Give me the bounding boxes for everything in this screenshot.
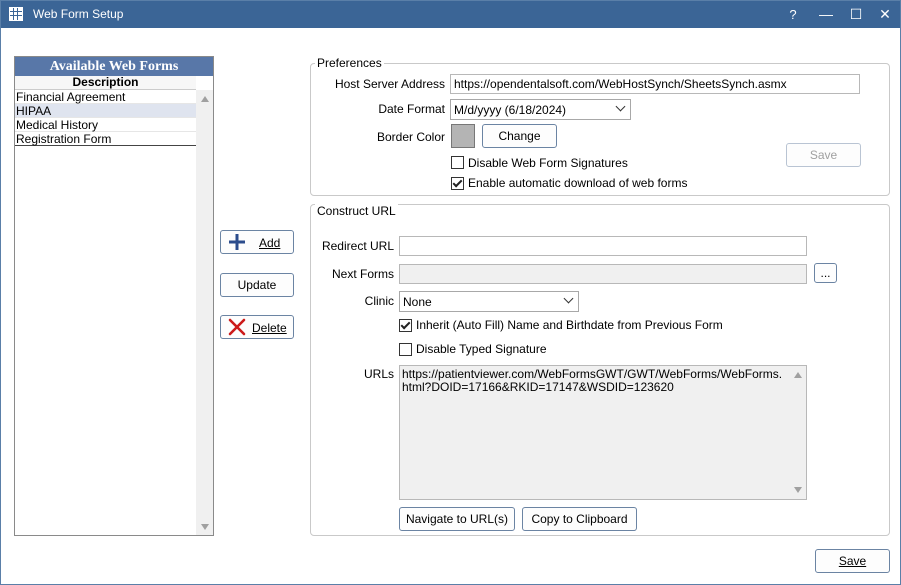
- urls-value: https://patientviewer.com/WebFormsGWT/GW…: [402, 367, 783, 394]
- app-grid-icon: [9, 7, 23, 21]
- disable-typed-signature-checkbox[interactable]: [399, 343, 412, 356]
- list-rows: Financial Agreement HIPAA Medical History R…: [15, 90, 196, 146]
- auto-download-checkbox[interactable]: [451, 177, 464, 190]
- list-item[interactable]: Financial Agreement: [15, 90, 196, 104]
- clinic-select[interactable]: None: [399, 291, 579, 312]
- copy-clipboard-button[interactable]: Copy to Clipboard: [522, 507, 637, 531]
- next-forms-input[interactable]: [399, 264, 807, 284]
- inherit-checkbox[interactable]: [399, 319, 412, 332]
- save-button[interactable]: Save: [815, 549, 890, 573]
- update-button[interactable]: Update: [220, 273, 294, 297]
- list-header: Available Web Forms: [15, 57, 213, 76]
- checkmark-icon: [452, 177, 463, 188]
- preferences-title: Preferences: [315, 56, 384, 70]
- disable-signatures-label: Disable Web Form Signatures: [468, 156, 628, 170]
- disable-signatures-checkbox[interactable]: [451, 156, 464, 169]
- preferences-save-button[interactable]: Save: [786, 143, 861, 167]
- next-forms-label: Next Forms: [331, 267, 394, 281]
- add-label: Add: [259, 236, 281, 250]
- navigate-urls-button[interactable]: Navigate to URL(s): [399, 507, 515, 531]
- urls-textarea[interactable]: https://patientviewer.com/WebFormsGWT/GW…: [399, 365, 807, 500]
- web-form-setup-window: Web Form Setup ? — ☐ ✕ Available Web For…: [0, 0, 901, 585]
- border-color-swatch: [451, 124, 475, 148]
- column-header-description[interactable]: Description: [15, 76, 196, 90]
- minimize-button[interactable]: —: [811, 1, 841, 28]
- maximize-button[interactable]: ☐: [841, 1, 871, 28]
- delete-button[interactable]: Delete: [220, 315, 294, 339]
- scroll-down-icon[interactable]: [201, 524, 209, 530]
- urls-label: URLs: [363, 367, 394, 381]
- scroll-up-icon[interactable]: [794, 372, 802, 378]
- list-item[interactable]: Registration Form: [15, 132, 196, 146]
- host-server-label: Host Server Address: [334, 77, 445, 91]
- close-button[interactable]: ✕: [870, 1, 900, 28]
- inherit-label: Inherit (Auto Fill) Name and Birthdate f…: [416, 318, 723, 332]
- scroll-down-icon[interactable]: [794, 487, 802, 493]
- chevron-down-icon: [563, 293, 574, 304]
- auto-download-label: Enable automatic download of web forms: [468, 176, 688, 190]
- border-color-label: Border Color: [376, 130, 445, 144]
- disable-typed-signature-label: Disable Typed Signature: [416, 342, 547, 356]
- chevron-down-icon: [615, 101, 626, 112]
- list-scrollbar[interactable]: [196, 90, 213, 535]
- list-item[interactable]: HIPAA: [15, 104, 196, 118]
- list-item[interactable]: Medical History: [15, 118, 196, 132]
- save-label: Save: [838, 554, 867, 568]
- delete-x-icon: [228, 318, 246, 336]
- host-server-input[interactable]: https://opendentalsoft.com/WebHostSynch/…: [450, 74, 860, 94]
- date-format-value: M/d/yyyy (6/18/2024): [454, 103, 567, 117]
- date-format-select[interactable]: M/d/yyyy (6/18/2024): [450, 99, 631, 120]
- title-bar: Web Form Setup ? — ☐ ✕: [1, 1, 900, 28]
- change-button[interactable]: Change: [482, 124, 557, 148]
- available-forms-list[interactable]: Available Web Forms Description Financia…: [14, 56, 214, 536]
- next-forms-browse-button[interactable]: ...: [814, 263, 837, 283]
- window-title: Web Form Setup: [33, 7, 124, 21]
- urls-scrollbar[interactable]: [790, 366, 806, 499]
- date-format-label: Date Format: [378, 102, 445, 116]
- help-button[interactable]: ?: [778, 1, 808, 28]
- construct-url-title: Construct URL: [315, 204, 398, 218]
- redirect-url-label: Redirect URL: [321, 239, 394, 253]
- plus-icon: [229, 234, 245, 250]
- clinic-label: Clinic: [364, 294, 394, 308]
- add-button[interactable]: Add: [220, 230, 294, 254]
- checkmark-icon: [400, 319, 411, 330]
- scroll-up-icon[interactable]: [201, 96, 209, 102]
- clinic-value: None: [403, 295, 432, 309]
- delete-label: Delete: [252, 321, 287, 335]
- redirect-url-input[interactable]: [399, 236, 807, 256]
